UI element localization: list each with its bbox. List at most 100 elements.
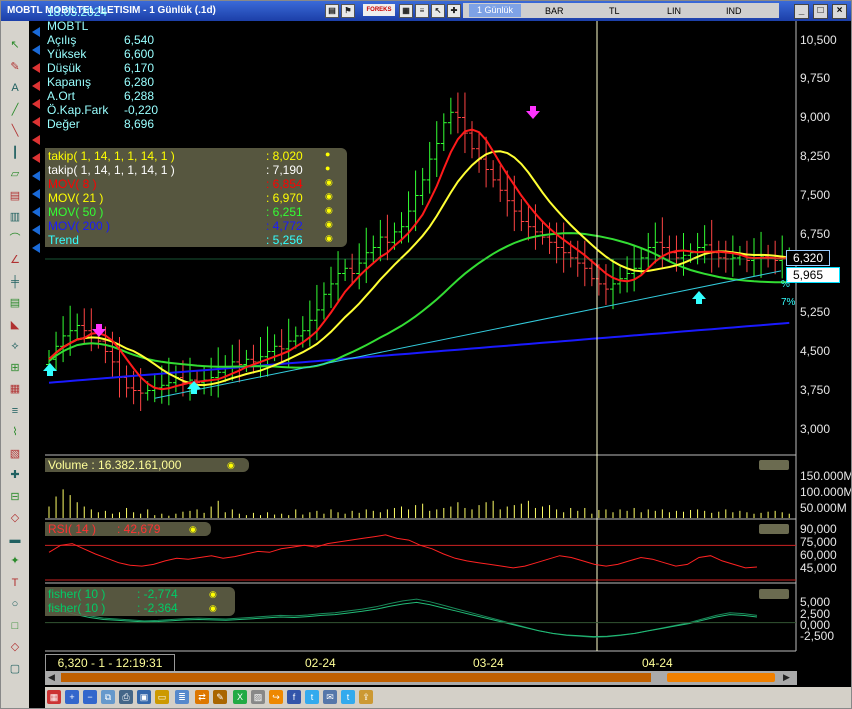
zoom-out-icon[interactable]: − xyxy=(83,690,97,704)
twitter-icon[interactable]: t xyxy=(305,690,319,704)
price-tick: 9,000 xyxy=(800,110,831,125)
legend-row-7: Trend: 5,256 ◉ xyxy=(48,233,333,247)
trend-price-tag: 5,965 xyxy=(786,267,840,283)
volume-label: Volume : 16.382.161,000 xyxy=(48,458,182,472)
time-label-apr: 04-24 xyxy=(642,656,673,670)
save-icon[interactable]: ▣ xyxy=(137,690,151,704)
price-tick: 8,250 xyxy=(800,149,831,164)
price-tick: 6,750 xyxy=(800,227,831,241)
price-bar xyxy=(581,240,588,287)
excel-icon[interactable]: X xyxy=(233,690,247,704)
scroll-left-icon[interactable]: ◀ xyxy=(48,672,55,683)
fisher-toggle-icon-2[interactable]: ◉ xyxy=(209,603,217,614)
legend-row-1: takip( 1, 14, 1, 1, 14, 1 ): 8,020 ● xyxy=(48,149,330,163)
price-bar xyxy=(179,360,186,397)
facebook-icon[interactable]: f xyxy=(287,690,301,704)
mov-200-line xyxy=(48,321,790,384)
scroll-right-icon[interactable]: ▶ xyxy=(783,672,790,683)
copy-icon[interactable]: ⧉ xyxy=(101,690,115,704)
price-bar xyxy=(426,141,433,194)
price-tick: 4,500 xyxy=(800,343,831,358)
print-icon[interactable]: ⎙ xyxy=(119,690,133,704)
price-bar xyxy=(715,240,722,268)
indicator-legend: takip( 1, 14, 1, 1, 14, 1 ): 8,020 ● takip… xyxy=(45,148,347,247)
fisher-toggle-icon-1[interactable]: ◉ xyxy=(209,589,217,600)
folder-icon[interactable]: ▭ xyxy=(155,690,169,704)
time-scrollbar[interactable]: ◀ ▶ xyxy=(45,671,797,685)
legend-toggle-icon[interactable]: ◉ xyxy=(325,205,333,216)
legend-value: : 6,854 xyxy=(266,177,303,191)
price-bar xyxy=(250,344,257,374)
scroll-thumb[interactable] xyxy=(667,673,775,682)
price-bar xyxy=(610,258,616,310)
bottom-toolbar: ▦ + − ⧉ ⎙ ▣ ▭ ≣ ⇄ ✎ X ▨ ↪ f t ✉ t ⇪ xyxy=(45,687,851,708)
database-icon[interactable]: ≣ xyxy=(175,690,189,704)
price-bar xyxy=(631,245,638,292)
trend-percent-tag: % xyxy=(781,279,790,290)
legend-name: MOV( 21 ) xyxy=(48,191,104,205)
panel-collapse-button[interactable] xyxy=(759,460,789,470)
sell-arrow-icon xyxy=(526,111,540,119)
price-bar xyxy=(123,365,130,398)
picture-icon[interactable]: ▨ xyxy=(251,690,265,704)
mov-50-line xyxy=(48,232,790,369)
legend-toggle-icon[interactable]: ◉ xyxy=(325,177,333,188)
legend-row-3: MOV( 8 ) : 6,854 ◉ xyxy=(48,177,333,191)
zoom-in-icon[interactable]: + xyxy=(65,690,79,704)
arrow-stem xyxy=(96,324,102,329)
price-bar xyxy=(652,222,659,264)
ohlc-value-7: 8,696 xyxy=(124,117,155,131)
price-bar xyxy=(370,235,377,263)
ohlc-label-2: Yüksek xyxy=(47,47,87,61)
share-icon[interactable]: ↪ xyxy=(269,690,283,704)
price-bar xyxy=(433,121,440,177)
calendar-icon[interactable]: ▦ xyxy=(47,690,61,704)
tick-label: 60,000 xyxy=(800,548,837,562)
legend-value: : 7,190 xyxy=(266,163,303,177)
panel-collapse-button[interactable] xyxy=(759,524,789,534)
bar-symbol: MOBTL xyxy=(47,19,89,33)
legend-name: MOV( 50 ) xyxy=(48,205,104,219)
price-bar xyxy=(525,204,532,241)
price-bar xyxy=(440,113,447,151)
fisher-legend: fisher( 10 ) : -2,774 ◉ fisher( 10 ) : -… xyxy=(45,587,235,616)
price-bar xyxy=(165,357,172,406)
price-bar xyxy=(469,121,475,159)
trend-line xyxy=(154,270,782,399)
fisher-label-1: fisher( 10 ) xyxy=(48,587,106,601)
ohlc-label-5: A.Ort xyxy=(47,89,76,103)
tick-label: 100.000M xyxy=(800,485,852,499)
legend-toggle-icon[interactable]: ● xyxy=(325,163,330,173)
legend-toggle-icon[interactable]: ◉ xyxy=(325,191,333,202)
email-icon[interactable]: ✉ xyxy=(323,690,337,704)
price-bar xyxy=(447,97,454,135)
legend-name: MOV( 8 ) xyxy=(48,177,97,191)
price-bar xyxy=(518,199,525,232)
edit-icon[interactable]: ✎ xyxy=(213,690,227,704)
arrow-stem xyxy=(696,299,702,304)
link-icon[interactable]: t xyxy=(341,690,355,704)
legend-value: : 4,772 xyxy=(266,219,303,233)
ohlc-label-4: Kapanış xyxy=(47,75,92,89)
legend-value: : 6,970 xyxy=(266,191,303,205)
price-bar xyxy=(320,282,327,320)
bar-date: 18.03.2024 xyxy=(47,5,108,19)
price-tick: 3,000 xyxy=(800,421,831,436)
price-bars xyxy=(46,92,793,411)
export-icon[interactable]: ⇪ xyxy=(359,690,373,704)
ohlc-label-7: Değer xyxy=(47,117,80,131)
rsi-toggle-icon[interactable]: ◉ xyxy=(189,524,197,535)
volume-legend: Volume : 16.382.161,000 ◉ xyxy=(45,458,249,472)
price-bar xyxy=(729,235,736,277)
legend-row-5: MOV( 50 ): 6,251 ◉ xyxy=(48,205,333,219)
price-bar xyxy=(208,357,215,396)
scroll-track xyxy=(61,673,651,682)
legend-toggle-icon[interactable]: ● xyxy=(325,149,330,159)
legend-toggle-icon[interactable]: ◉ xyxy=(325,219,333,230)
price-bar xyxy=(490,160,497,188)
volume-toggle-icon[interactable]: ◉ xyxy=(227,460,235,471)
panel-collapse-button[interactable] xyxy=(759,589,789,599)
fisher-value-1: : -2,774 xyxy=(137,587,178,601)
legend-toggle-icon[interactable]: ◉ xyxy=(325,233,333,244)
swap-icon[interactable]: ⇄ xyxy=(195,690,209,704)
